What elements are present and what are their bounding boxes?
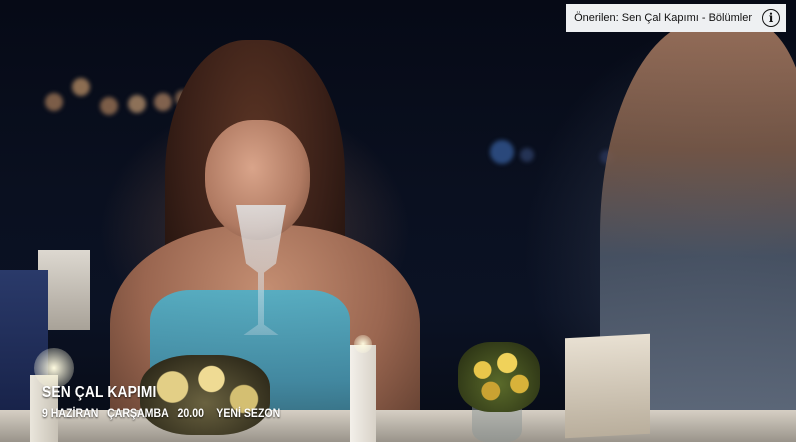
bokeh-light	[490, 140, 514, 164]
broadcast-date: 9 HAZİRAN	[42, 406, 99, 420]
candle-flame	[34, 348, 74, 388]
promo-overlay: SEN ÇAL KAPIMI 9 HAZİRAN ÇARŞAMBA 20.00 YEN…	[42, 384, 323, 420]
bokeh-light	[128, 95, 146, 113]
broadcast-time: 20.00	[177, 406, 204, 420]
candle-flame	[354, 335, 372, 353]
show-title: SEN ÇAL KAPIMI	[42, 384, 157, 401]
bokeh-light	[45, 93, 63, 111]
bokeh-light	[520, 148, 534, 162]
bokeh-light	[72, 78, 90, 96]
broadcast-info: 9 HAZİRAN ÇARŞAMBA 20.00 YENİ SEZON	[42, 406, 289, 420]
menu-card	[565, 333, 650, 439]
bokeh-light	[154, 93, 172, 111]
flower-bouquet-right	[458, 342, 540, 412]
candle	[350, 345, 376, 442]
video-player[interactable]: Önerilen: Sen Çal Kapımı - Bölümler i SE…	[0, 0, 796, 442]
season-label: YENİ SEZON	[216, 406, 281, 420]
info-icon[interactable]: i	[762, 9, 780, 27]
suggested-playlist-label: Önerilen: Sen Çal Kapımı - Bölümler	[574, 12, 752, 24]
suggested-playlist-card[interactable]: Önerilen: Sen Çal Kapımı - Bölümler i	[566, 4, 786, 32]
broadcast-day: ÇARŞAMBA	[107, 406, 169, 420]
bokeh-light	[100, 97, 118, 115]
